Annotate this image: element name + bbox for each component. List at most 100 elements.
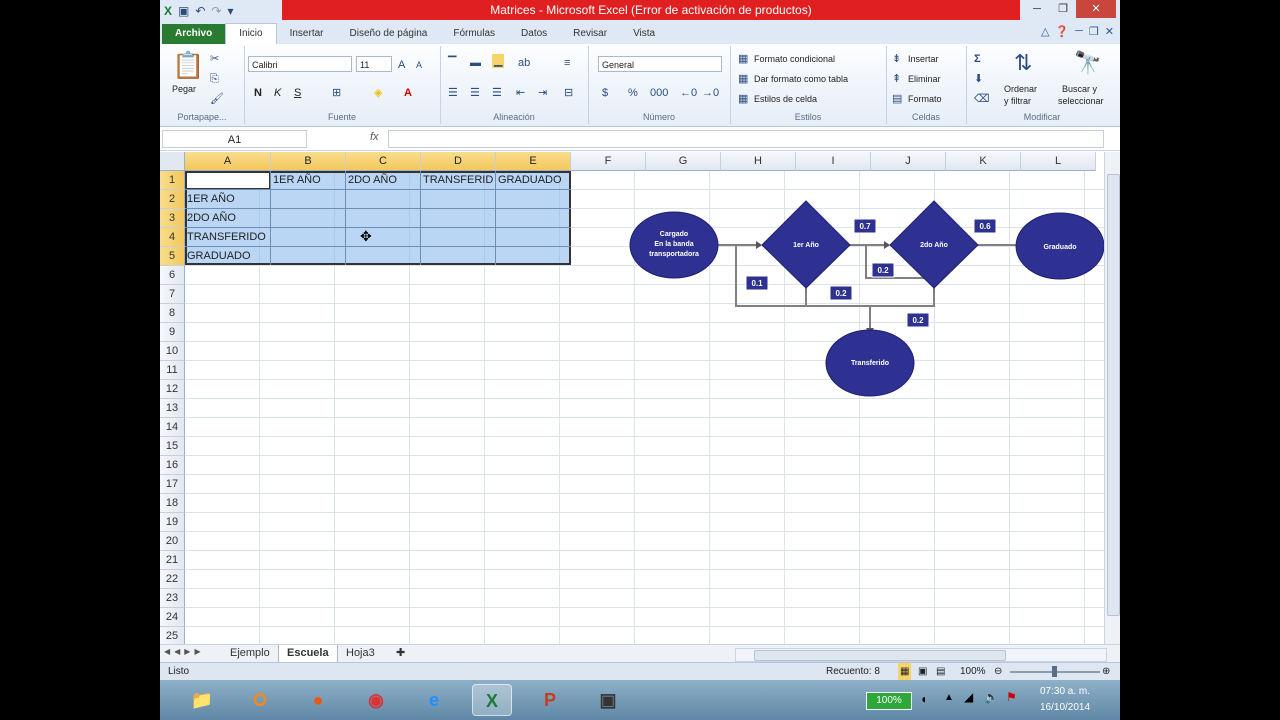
- decrease-decimal-icon[interactable]: →0: [702, 86, 719, 100]
- row-header[interactable]: 24: [160, 608, 185, 627]
- column-header[interactable]: L: [1021, 152, 1096, 171]
- powerpoint-icon[interactable]: P: [530, 684, 570, 716]
- insert-cells-button[interactable]: Insertar: [908, 54, 939, 64]
- row-header[interactable]: 10: [160, 342, 185, 361]
- row-header[interactable]: 12: [160, 380, 185, 399]
- cell-styles-icon[interactable]: ▦: [738, 92, 748, 106]
- paste-icon[interactable]: 📋: [172, 50, 204, 80]
- find-select-button-2[interactable]: seleccionar: [1058, 96, 1104, 106]
- column-header[interactable]: E: [496, 152, 571, 171]
- app-icon[interactable]: ▣: [588, 684, 628, 716]
- row-header[interactable]: 8: [160, 304, 185, 323]
- battery-indicator[interactable]: 100%: [866, 692, 912, 710]
- workbook-minimize-icon[interactable]: ─: [1075, 25, 1083, 38]
- align-middle-icon[interactable]: ▬: [470, 56, 481, 70]
- align-center-icon[interactable]: ☰: [470, 86, 480, 100]
- internet-explorer-icon[interactable]: e: [414, 684, 454, 716]
- orientation-icon[interactable]: ab: [518, 56, 530, 70]
- workbook-restore-icon[interactable]: ❐: [1089, 25, 1099, 38]
- clock-date[interactable]: 16/10/2014: [1040, 702, 1090, 713]
- conditional-format-button[interactable]: Formato condicional: [754, 54, 835, 64]
- thousands-icon[interactable]: 000: [650, 86, 668, 100]
- cell-a3[interactable]: 2DO AÑO: [185, 209, 271, 228]
- flag-icon[interactable]: ⚑: [1006, 690, 1017, 704]
- tab-revisar[interactable]: Revisar: [560, 24, 620, 44]
- tray-arrow-icon[interactable]: ▲: [944, 692, 954, 703]
- cell-c1[interactable]: 2DO AÑO: [346, 171, 421, 190]
- view-normal-icon[interactable]: ▦: [898, 663, 912, 681]
- delete-cells-icon[interactable]: ⇞: [892, 72, 901, 86]
- insert-cells-icon[interactable]: ⇟: [892, 52, 901, 66]
- active-cell-a1[interactable]: [185, 171, 271, 190]
- copy-icon[interactable]: ⎘: [210, 72, 219, 86]
- row-header[interactable]: 1: [160, 171, 185, 190]
- autosum-icon[interactable]: Σ: [974, 52, 981, 66]
- view-layout-icon[interactable]: ▣: [918, 663, 927, 681]
- volume-icon[interactable]: 🔈: [984, 690, 999, 704]
- tab-datos[interactable]: Datos: [508, 24, 560, 44]
- tab-diseno-pagina[interactable]: Diseño de página: [337, 24, 441, 44]
- format-table-button[interactable]: Dar formato como tabla: [754, 74, 848, 84]
- align-left-icon[interactable]: ☰: [448, 86, 458, 100]
- network-icon[interactable]: ◢: [964, 690, 973, 704]
- cell-a2[interactable]: 1ER AÑO: [185, 190, 271, 209]
- column-header[interactable]: A: [185, 152, 271, 171]
- vertical-scroll-thumb[interactable]: [1107, 174, 1120, 616]
- row-header[interactable]: 25: [160, 627, 185, 644]
- tab-archivo[interactable]: Archivo: [162, 24, 226, 44]
- tray-icon[interactable]: ◖: [920, 692, 927, 706]
- row-header[interactable]: 7: [160, 285, 185, 304]
- align-right-icon[interactable]: ☰: [492, 86, 502, 100]
- row-header[interactable]: 2: [160, 190, 185, 209]
- insert-function-button[interactable]: fx: [370, 131, 379, 143]
- row-header[interactable]: 18: [160, 494, 185, 513]
- zoom-slider-thumb[interactable]: [1052, 666, 1057, 677]
- row-header[interactable]: 5: [160, 247, 185, 266]
- align-bottom-icon[interactable]: ▁: [492, 54, 505, 68]
- sheet-tab-hoja3[interactable]: Hoja3: [338, 645, 383, 662]
- format-cells-icon[interactable]: ▤: [892, 92, 902, 106]
- cut-icon[interactable]: ✂: [210, 52, 219, 66]
- shrink-font-icon[interactable]: A: [416, 58, 422, 72]
- column-header[interactable]: D: [421, 152, 496, 171]
- row-header[interactable]: 6: [160, 266, 185, 285]
- cell-a5[interactable]: GRADUADO: [185, 247, 271, 266]
- merge-center-icon[interactable]: ⊟: [564, 86, 573, 100]
- view-pagebreak-icon[interactable]: ▤: [936, 663, 945, 681]
- redo-icon[interactable]: ↷: [211, 3, 221, 19]
- zoom-out-icon[interactable]: ⊖: [994, 663, 1002, 681]
- sheet-tab-ejemplo[interactable]: Ejemplo: [222, 645, 278, 662]
- italic-button[interactable]: K: [274, 86, 281, 100]
- delete-cells-button[interactable]: Eliminar: [908, 74, 941, 84]
- decrease-indent-icon[interactable]: ⇤: [516, 86, 525, 100]
- sort-filter-button-2[interactable]: y filtrar: [1004, 96, 1031, 106]
- close-icon[interactable]: ✕: [1076, 0, 1116, 18]
- percent-icon[interactable]: %: [628, 86, 638, 100]
- find-select-button[interactable]: Buscar y: [1062, 84, 1097, 94]
- row-header[interactable]: 14: [160, 418, 185, 437]
- workbook-close-icon[interactable]: ✕: [1105, 25, 1114, 38]
- horizontal-scroll-thumb[interactable]: [754, 650, 1006, 661]
- column-header[interactable]: I: [796, 152, 871, 171]
- paste-button[interactable]: Pegar: [172, 84, 196, 94]
- bold-button[interactable]: N: [254, 86, 262, 100]
- cell-a4[interactable]: TRANSFERIDO: [185, 228, 271, 247]
- excel-taskbar-icon[interactable]: X: [472, 684, 512, 716]
- row-header[interactable]: 19: [160, 513, 185, 532]
- column-header[interactable]: F: [571, 152, 646, 171]
- increase-indent-icon[interactable]: ⇥: [538, 86, 547, 100]
- conditional-format-icon[interactable]: ▦: [738, 52, 748, 66]
- help-icon[interactable]: ❓: [1055, 25, 1069, 38]
- sheet-nav-icon[interactable]: ◀◀▶▶: [164, 647, 205, 656]
- currency-icon[interactable]: $: [602, 86, 608, 100]
- name-box[interactable]: A1: [162, 130, 307, 148]
- row-header[interactable]: 23: [160, 589, 185, 608]
- row-header[interactable]: 13: [160, 399, 185, 418]
- outlook-icon[interactable]: O: [240, 684, 280, 716]
- row-header[interactable]: 11: [160, 361, 185, 380]
- sheet-tab-escuela[interactable]: Escuela: [278, 645, 338, 662]
- font-size-combo[interactable]: 11: [356, 56, 392, 72]
- clock-time[interactable]: 07:30 a. m.: [1040, 686, 1090, 697]
- cell-b1[interactable]: 1ER AÑO: [271, 171, 346, 190]
- undo-icon[interactable]: ↶: [195, 3, 205, 19]
